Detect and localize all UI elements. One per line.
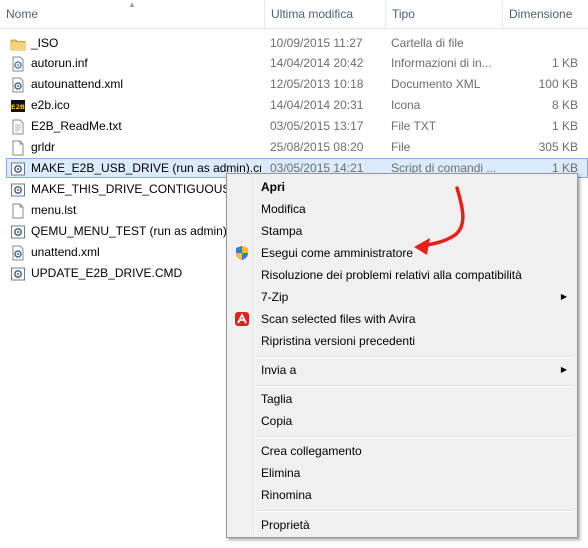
file-size: 100 KB [538,77,578,91]
settings-file-icon [12,56,24,72]
file-name: autounattend.xml [31,77,124,91]
file-type: Documento XML [391,77,481,91]
menu-item-properties[interactable]: Proprietà [229,514,575,536]
file-row[interactable]: autorun.inf 14/04/2014 20:42 Informazion… [0,53,588,74]
file-modified: 14/04/2014 20:42 [270,56,364,70]
menu-item-label: 7-Zip [261,290,289,304]
cmd-script-icon [11,162,25,176]
menu-separator [257,510,573,512]
file-type: File TXT [391,119,437,133]
menu-item-delete[interactable]: Elimina [229,462,575,484]
menu-item-run-as-admin[interactable]: Esegui come amministratore [229,242,575,264]
menu-item-label: Proprietà [261,518,310,532]
file-name: UPDATE_E2B_DRIVE.CMD [31,266,183,280]
file-name: grldr [31,140,56,154]
menu-item-label: Elimina [261,466,301,480]
menu-item-send-to[interactable]: Invia a ▶ [229,359,575,381]
menu-item-label: Copia [261,414,293,428]
submenu-arrow-icon: ▶ [560,365,567,374]
menu-item-label: Apri [261,180,285,194]
menu-item-label: Taglia [261,392,293,406]
file-modified: 10/09/2015 11:27 [270,36,363,50]
file-modified: 14/04/2014 20:31 [270,98,364,112]
file-name: autorun.inf [31,56,88,70]
column-header-size[interactable]: Dimensione [503,0,588,28]
text-file-icon [12,119,24,135]
folder-icon [10,39,26,51]
file-size: 305 KB [538,140,578,154]
xml-file-icon [12,245,24,261]
column-header-size-label: Dimensione [509,7,573,21]
menu-item-label: Crea collegamento [261,444,362,458]
e2b-ico-icon: E2B [11,100,25,112]
menu-separator [257,385,573,387]
menu-item-label: Ripristina versioni precedenti [261,334,416,348]
xml-file-icon [12,77,24,93]
menu-item-label: Modifica [261,202,306,216]
column-header-type-label: Tipo [392,7,415,21]
cmd-script-icon [11,267,25,281]
file-name: E2B_ReadMe.txt [31,119,122,133]
file-modified: 03/05/2015 13:17 [270,119,364,133]
file-name: unattend.xml [31,245,100,259]
menu-item-label: Risoluzione dei problemi relativi alla c… [261,268,522,282]
svg-text:E2B: E2B [11,103,25,111]
file-row[interactable]: _ISO 10/09/2015 11:27 Cartella di file [0,33,588,54]
column-header-bar: Nome ▲ Ultima modifica Tipo Dimensione [0,0,588,29]
file-type: Icona [391,98,421,112]
file-size: 1 KB [551,119,578,133]
menu-item-7zip[interactable]: 7-Zip ▶ [229,286,575,308]
uac-shield-icon [236,246,248,260]
menu-item-create-shortcut[interactable]: Crea collegamento [229,440,575,462]
file-modified: 12/05/2013 10:18 [270,77,364,91]
file-type: File [391,140,411,154]
file-name: QEMU_MENU_TEST (run as admin).cmd [31,224,226,238]
menu-separator [257,436,573,438]
menu-item-label: Scan selected files with Avira [261,312,416,326]
file-type: Cartella di file [391,36,464,50]
menu-item-troubleshoot[interactable]: Risoluzione dei problemi relativi alla c… [229,264,575,286]
file-name: MAKE_THIS_DRIVE_CONTIGUOUS.cmd [31,182,226,196]
menu-separator [257,356,573,358]
file-row[interactable]: E2B_ReadMe.txt 03/05/2015 13:17 File TXT… [0,116,588,137]
column-header-modified-label: Ultima modifica [271,7,354,21]
avira-icon [235,312,249,326]
context-menu: Apri Modifica Stampa Esegui come amminis… [226,173,578,538]
column-header-name-label: Nome [6,7,39,21]
blank-file-icon [12,140,24,156]
menu-item-label: Invia a [261,363,297,377]
file-size: 1 KB [551,56,578,70]
menu-item-copy[interactable]: Copia [229,410,575,432]
file-size [506,33,578,54]
menu-item-edit[interactable]: Modifica [229,198,575,220]
cmd-script-icon [11,183,25,197]
file-row[interactable]: E2B e2b.ico 14/04/2014 20:31 Icona 8 KB [0,95,588,116]
menu-item-label: Esegui come amministratore [261,246,414,260]
column-header-type[interactable]: Tipo [386,0,502,28]
menu-item-print[interactable]: Stampa [229,220,575,242]
menu-item-rename[interactable]: Rinomina [229,484,575,506]
menu-item-label: Stampa [261,224,303,238]
column-header-modified[interactable]: Ultima modifica [265,0,385,28]
file-name: menu.lst [31,203,77,217]
file-row[interactable]: autounattend.xml 12/05/2013 10:18 Docume… [0,74,588,95]
cmd-script-icon [11,225,25,239]
file-row[interactable]: grldr 25/08/2015 08:20 File 305 KB [0,137,588,158]
file-name: e2b.ico [31,98,70,112]
file-modified: 25/08/2015 08:20 [270,140,364,154]
menu-item-avira-scan[interactable]: Scan selected files with Avira [229,308,575,330]
menu-item-open[interactable]: Apri [229,176,575,198]
file-size: 8 KB [551,98,578,112]
menu-item-label: Rinomina [261,488,312,502]
sort-up-icon: ▲ [128,0,136,9]
file-type: Informazioni di in... [391,56,492,70]
submenu-arrow-icon: ▶ [560,292,567,301]
file-name: _ISO [31,36,59,50]
blank-file-icon [12,203,24,219]
menu-item-cut[interactable]: Taglia [229,388,575,410]
menu-item-restore-versions[interactable]: Ripristina versioni precedenti [229,330,575,352]
